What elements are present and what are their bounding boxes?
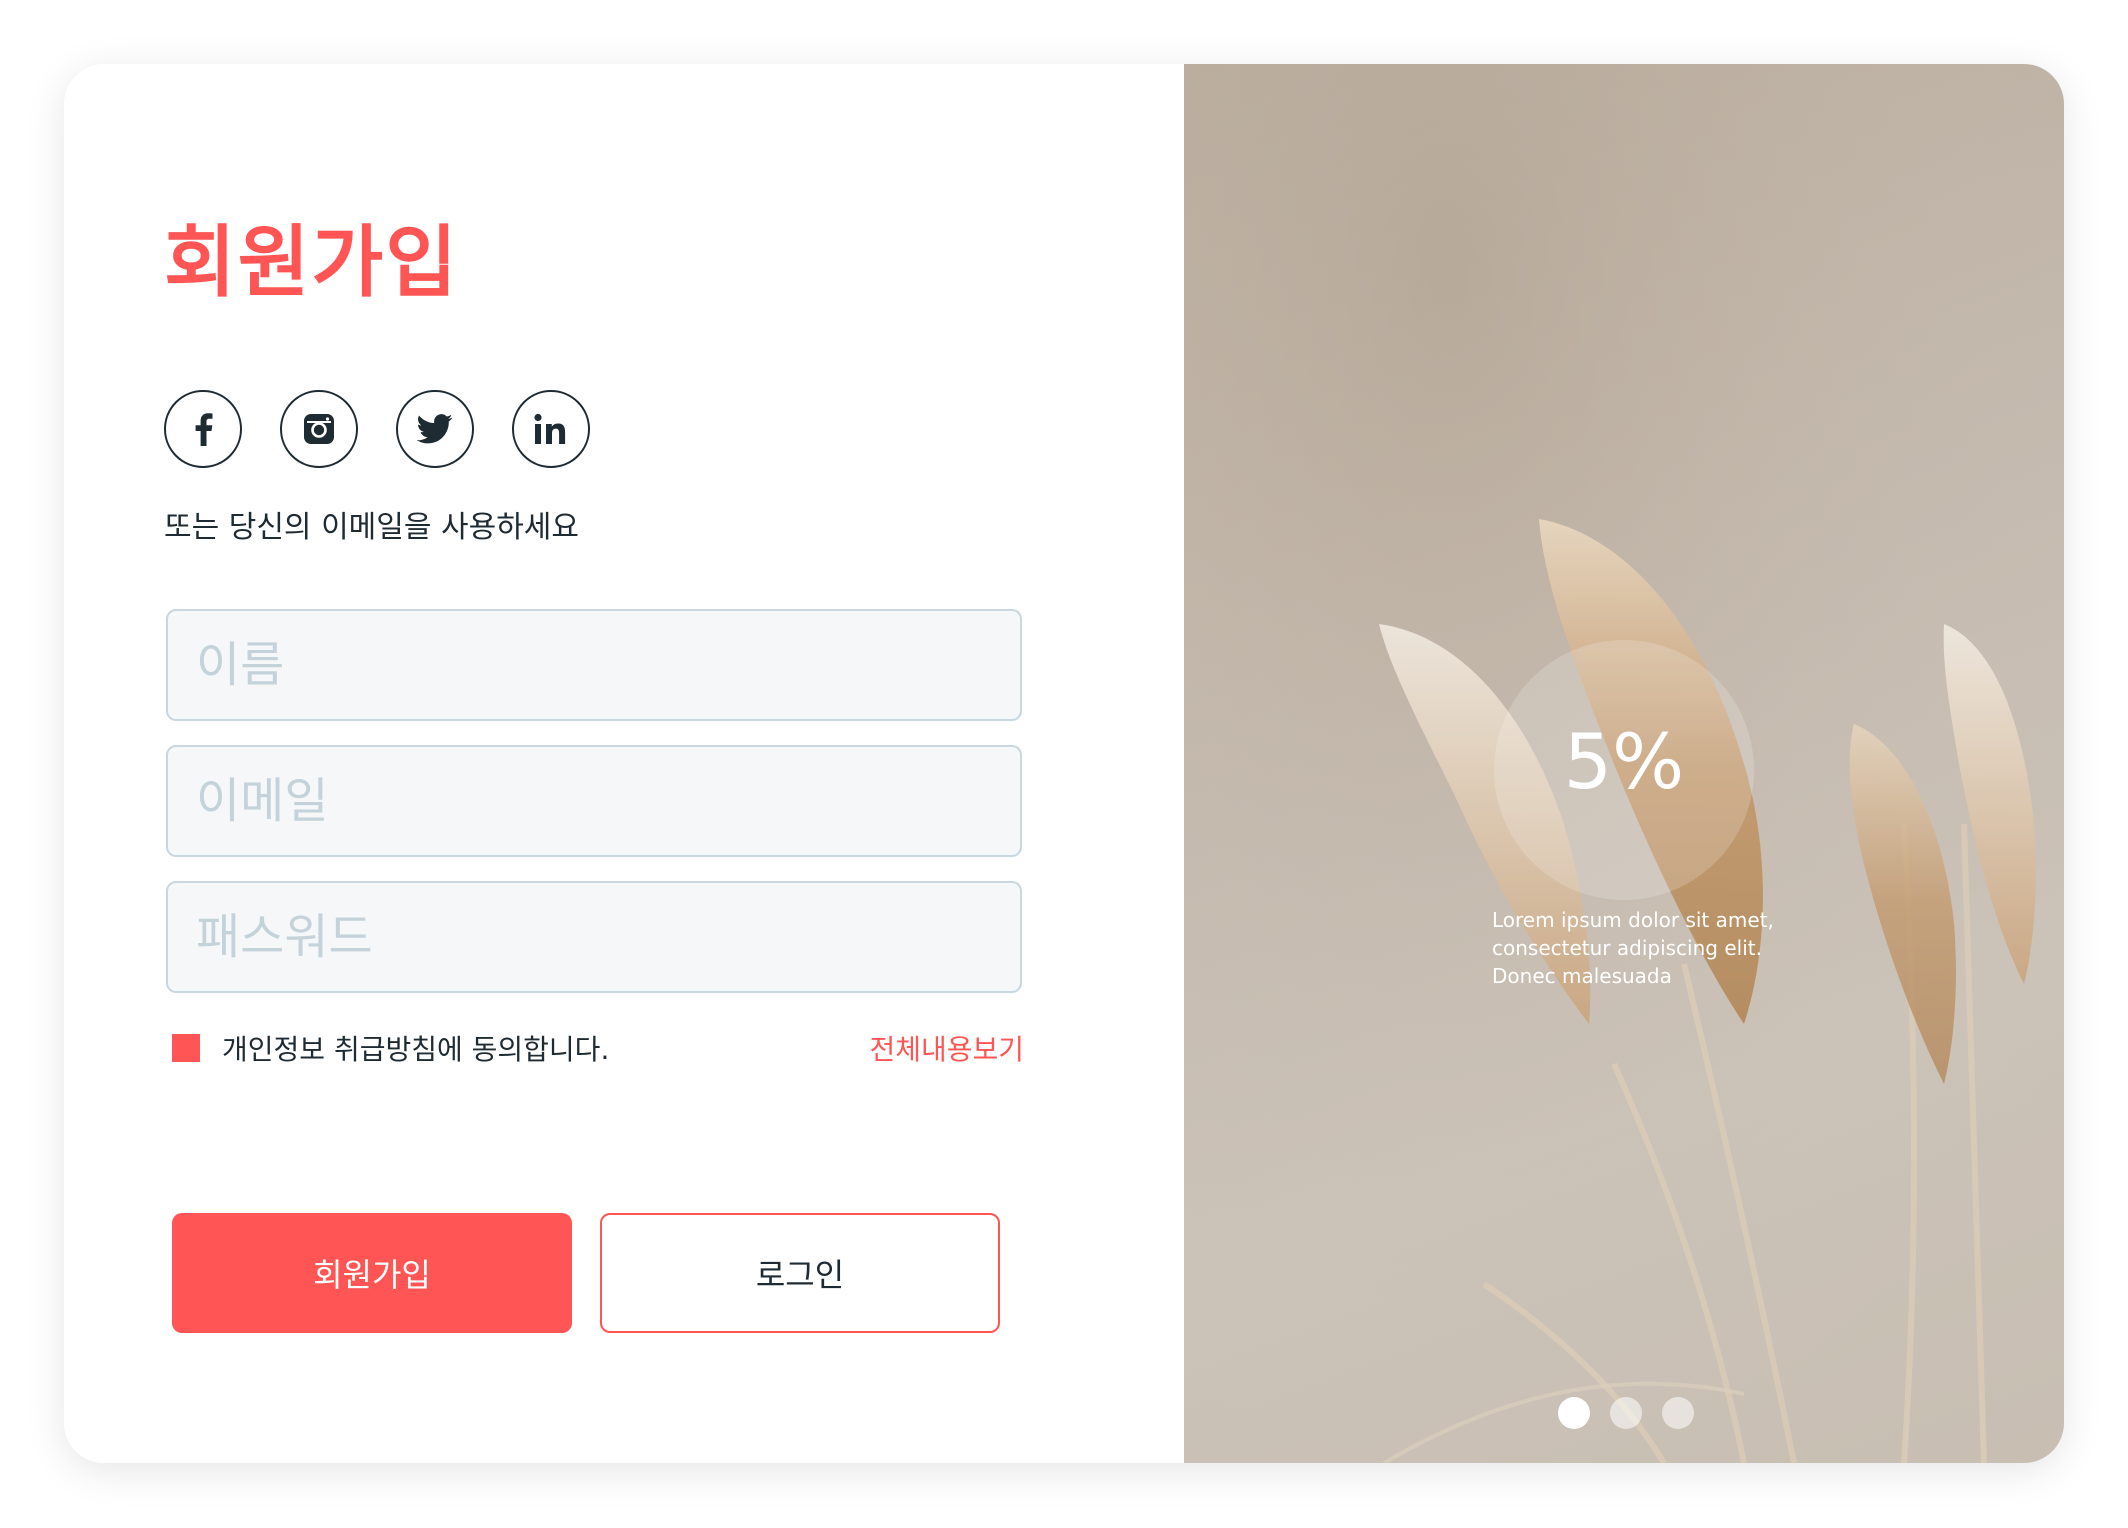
slide-caption: Lorem ipsum dolor sit amet, consectetur …	[1492, 908, 1774, 988]
progress-percent: 5%	[1563, 717, 1685, 806]
social-login-group	[164, 390, 590, 468]
email-alternative-text: 또는 당신의 이메일을 사용하세요	[164, 510, 580, 545]
slider-pagination	[1558, 1397, 1694, 1429]
email-input[interactable]	[166, 745, 1022, 857]
signup-card: 회원가입 또는 당신의 이메일을 사용하세요 이름 이메일 개인정보 취급방침에…	[64, 64, 2064, 1463]
linkedin-button[interactable]	[512, 390, 590, 468]
login-button[interactable]: 로그인	[600, 1213, 1000, 1333]
instagram-icon	[304, 414, 334, 444]
facebook-button[interactable]	[164, 390, 242, 468]
slider-dot-1[interactable]	[1558, 1397, 1590, 1429]
name-input[interactable]	[166, 609, 1022, 721]
privacy-agreement-row: 개인정보 취급방침에 동의합니다. 전체내용보기	[172, 1026, 1024, 1066]
signup-panel: 회원가입 또는 당신의 이메일을 사용하세요 이름 이메일 개인정보 취급방침에…	[64, 64, 1184, 1463]
view-full-policy-link[interactable]: 전체내용보기	[869, 1028, 1024, 1068]
linkedin-icon	[534, 413, 566, 444]
instagram-button[interactable]	[280, 390, 358, 468]
hero-slider: 5% Lorem ipsum dolor sit amet, consectet…	[1184, 64, 2064, 1463]
slider-dot-3[interactable]	[1662, 1397, 1694, 1429]
privacy-checkbox[interactable]	[172, 1034, 200, 1062]
twitter-icon	[417, 414, 453, 444]
signup-button[interactable]: 회원가입	[172, 1213, 572, 1333]
twitter-button[interactable]	[396, 390, 474, 468]
privacy-label: 개인정보 취급방침에 동의합니다.	[222, 1033, 610, 1066]
password-input[interactable]	[166, 881, 1022, 993]
slider-dot-2[interactable]	[1610, 1397, 1642, 1429]
facebook-icon	[195, 413, 213, 446]
page-title: 회원가입	[164, 218, 460, 308]
